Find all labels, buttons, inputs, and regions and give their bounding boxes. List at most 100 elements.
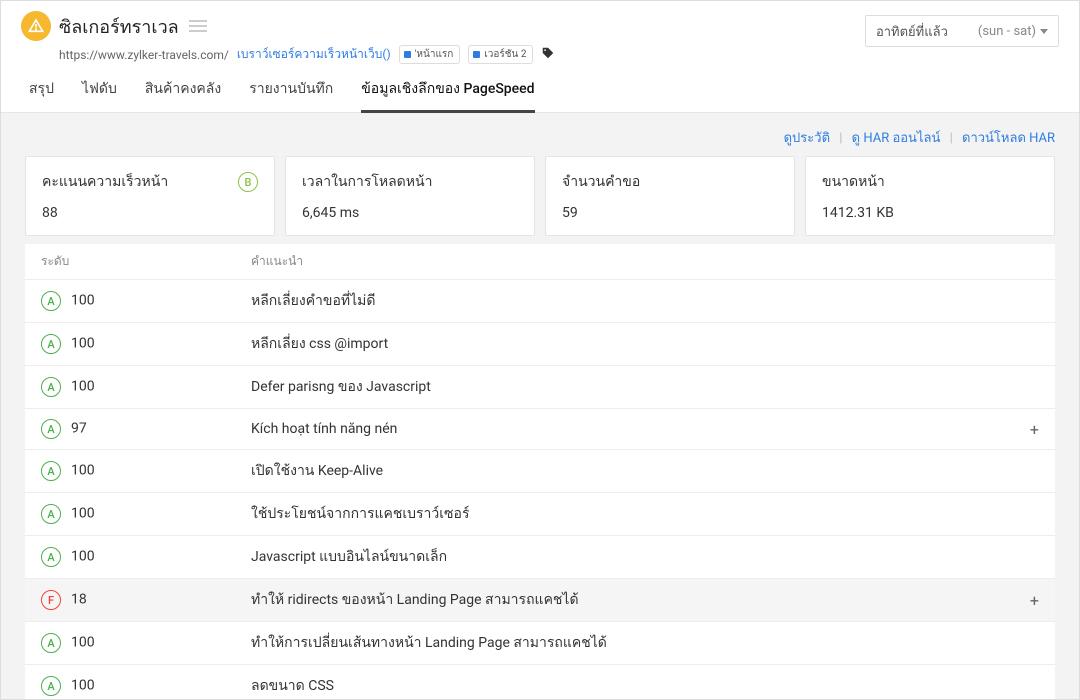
card-value: 59 bbox=[562, 205, 778, 221]
card-requests: จำนวนคำขอ 59 bbox=[545, 156, 795, 236]
table-row[interactable]: A97Kích hoạt tính năng nén+ bbox=[25, 408, 1055, 449]
grade-badge: A bbox=[41, 633, 61, 653]
score-value: 100 bbox=[71, 678, 95, 694]
chip-version[interactable]: เวอร์ชัน 2 bbox=[468, 45, 533, 64]
recommendation-text: ทำให้ ridirects ของหน้า Landing Page สาม… bbox=[251, 589, 1009, 611]
grade-badge: A bbox=[41, 334, 61, 354]
score-value: 100 bbox=[71, 336, 95, 352]
score-value: 97 bbox=[71, 421, 87, 437]
separator: | bbox=[839, 131, 842, 146]
score-value: 100 bbox=[71, 506, 95, 522]
header-left: ซิลเกอร์ทราเวล https://www.zylker-travel… bbox=[21, 11, 865, 64]
grade-badge: B bbox=[238, 172, 258, 192]
grade-badge: A bbox=[41, 461, 61, 481]
tag-icon[interactable] bbox=[541, 46, 555, 63]
har-download-link[interactable]: ดาวน์โหลด HAR bbox=[962, 131, 1055, 146]
score-value: 100 bbox=[71, 379, 95, 395]
summary-cards: คะแนนความเร็วหน้า B 88 เวลาในการโหลดหน้า… bbox=[25, 156, 1055, 236]
grade-cell: A 100 bbox=[41, 291, 251, 311]
grade-cell: A 100 bbox=[41, 504, 251, 524]
menu-icon[interactable] bbox=[189, 20, 207, 32]
chip-dot-icon bbox=[404, 51, 411, 58]
table-row[interactable]: A 100 เปิดใช้งาน Keep-Alive bbox=[25, 449, 1055, 492]
action-links: ดูประวัติ | ดู HAR ออนไลน์ | ดาวน์โหลด H… bbox=[25, 127, 1055, 148]
grade-cell: A 100 bbox=[41, 676, 251, 696]
grade-cell: A 100 bbox=[41, 334, 251, 354]
grade-badge: A bbox=[41, 419, 61, 439]
recommendations-table: ระดับ คำแนะนำ A 100 หลีกเลี่ยงคำขอที่ไม่ดี… bbox=[25, 244, 1055, 699]
url-row: https://www.zylker-travels.com/ เบราว์เซ… bbox=[59, 45, 865, 64]
recommendation-text: หลีกเลี่ยง css @import bbox=[251, 333, 1009, 355]
grade-cell: A 100 bbox=[41, 461, 251, 481]
table-header: ระดับ คำแนะนำ bbox=[25, 244, 1055, 279]
tab-outage[interactable]: ไฟดับ bbox=[82, 78, 117, 112]
grade-badge: A bbox=[41, 291, 61, 311]
card-page-size: ขนาดหน้า 1412.31 KB bbox=[805, 156, 1055, 236]
har-online-link[interactable]: ดู HAR ออนไลน์ bbox=[852, 131, 941, 146]
chip-homepage[interactable]: 'หน้าแรก bbox=[399, 45, 461, 64]
score-value: 100 bbox=[71, 635, 95, 651]
grade-cell: A 100 bbox=[41, 547, 251, 567]
grade-cell: A 97 bbox=[41, 419, 251, 439]
recommendation-text: ใช้ประโยชน์จากการแคชเบราว์เซอร์ bbox=[251, 503, 1009, 525]
card-title: จำนวนคำขอ bbox=[562, 171, 778, 193]
date-range-picker[interactable]: อาทิตย์ที่แล้ว (sun - sat) bbox=[865, 15, 1059, 47]
tab-log-report[interactable]: รายงานบันทึก bbox=[249, 78, 333, 112]
chip-label: 'หน้าแรก bbox=[415, 47, 454, 62]
card-title: เวลาในการโหลดหน้า bbox=[302, 171, 518, 193]
score-value: 100 bbox=[71, 463, 95, 479]
card-value: 6,645 ms bbox=[302, 205, 518, 221]
browser-speed-link[interactable]: เบราว์เซอร์ความเร็วหน้าเว็บ() bbox=[237, 45, 391, 64]
card-title: คะแนนความเร็วหน้า B bbox=[42, 171, 258, 193]
card-title-text: คะแนนความเร็วหน้า bbox=[42, 171, 168, 193]
grade-cell: F 18 bbox=[41, 590, 251, 610]
grade-cell: A 100 bbox=[41, 633, 251, 653]
card-value: 88 bbox=[42, 205, 258, 221]
recommendation-text: ลดขนาด CSS bbox=[251, 675, 1009, 697]
tab-summary[interactable]: สรุป bbox=[29, 78, 54, 112]
score-value: 18 bbox=[71, 592, 87, 608]
table-row[interactable]: A 100 หลีกเลี่ยงคำขอที่ไม่ดี bbox=[25, 279, 1055, 322]
header-recommendation: คำแนะนำ bbox=[251, 252, 1039, 271]
recommendation-text: Javascript แบบอินไลน์ขนาดเล็ก bbox=[251, 546, 1009, 568]
chevron-down-icon bbox=[1040, 29, 1048, 34]
grade-badge: A bbox=[41, 547, 61, 567]
grade-badge: A bbox=[41, 504, 61, 524]
recommendation-text: เปิดใช้งาน Keep-Alive bbox=[251, 460, 1009, 482]
table-row[interactable]: A 100 หลีกเลี่ยง css @import bbox=[25, 322, 1055, 365]
header-grade: ระดับ bbox=[41, 252, 251, 271]
score-value: 100 bbox=[71, 293, 95, 309]
recommendation-text: Defer parisng ของ Javascript bbox=[251, 376, 1009, 398]
card-value: 1412.31 KB bbox=[822, 205, 1038, 221]
chip-label: เวอร์ชัน 2 bbox=[484, 47, 526, 62]
table-row[interactable]: A 100 Defer parisng ของ Javascript bbox=[25, 365, 1055, 408]
card-score: คะแนนความเร็วหน้า B 88 bbox=[25, 156, 275, 236]
recommendation-text: หลีกเลี่ยงคำขอที่ไม่ดี bbox=[251, 290, 1009, 312]
grade-cell: A 100 bbox=[41, 377, 251, 397]
score-value: 100 bbox=[71, 549, 95, 565]
date-range: (sun - sat) bbox=[978, 24, 1048, 39]
date-label: อาทิตย์ที่แล้ว bbox=[876, 21, 948, 42]
expand-icon[interactable]: + bbox=[1009, 591, 1039, 610]
site-url: https://www.zylker-travels.com/ bbox=[59, 48, 229, 62]
card-load-time: เวลาในการโหลดหน้า 6,645 ms bbox=[285, 156, 535, 236]
content-area: ดูประวัติ | ดู HAR ออนไลน์ | ดาวน์โหลด H… bbox=[1, 113, 1079, 699]
table-row[interactable]: A 100 ทำให้การเปลี่ยนเส้นทางหน้า Landing P… bbox=[25, 621, 1055, 664]
expand-icon[interactable]: + bbox=[1009, 420, 1039, 439]
page-title: ซิลเกอร์ทราเวล bbox=[59, 12, 179, 41]
chip-dot-icon bbox=[473, 51, 480, 58]
tab-pagespeed[interactable]: ข้อมูลเชิงลึกของ PageSpeed bbox=[361, 78, 534, 113]
table-row[interactable]: A 100 Javascript แบบอินไลน์ขนาดเล็ก bbox=[25, 535, 1055, 578]
warning-icon bbox=[21, 11, 51, 41]
table-row[interactable]: A 100 ใช้ประโยชน์จากการแคชเบราว์เซอร์ bbox=[25, 492, 1055, 535]
recommendation-text: ทำให้การเปลี่ยนเส้นทางหน้า Landing Page … bbox=[251, 632, 1009, 654]
grade-badge: F bbox=[41, 590, 61, 610]
history-link[interactable]: ดูประวัติ bbox=[784, 131, 830, 146]
table-row[interactable]: F 18 ทำให้ ridirects ของหน้า Landing Page … bbox=[25, 578, 1055, 621]
tabs: สรุป ไฟดับ สินค้าคงคลัง รายงานบันทึก ข้อ… bbox=[1, 64, 1079, 113]
grade-badge: A bbox=[41, 377, 61, 397]
tab-inventory[interactable]: สินค้าคงคลัง bbox=[145, 78, 221, 112]
grade-badge: A bbox=[41, 676, 61, 696]
card-title: ขนาดหน้า bbox=[822, 171, 1038, 193]
table-row[interactable]: A 100 ลดขนาด CSS bbox=[25, 664, 1055, 699]
